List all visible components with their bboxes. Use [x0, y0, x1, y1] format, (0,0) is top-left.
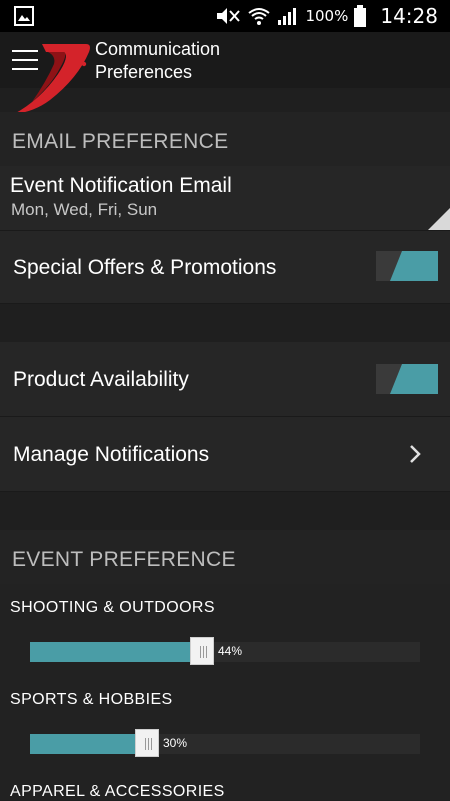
email-preference-header: EMAIL PREFERENCE [0, 112, 450, 166]
product-availability-label: Product Availability [13, 368, 189, 391]
slider-thumb[interactable] [190, 637, 214, 665]
event-notification-email-row[interactable]: Event Notification Email Mon, Wed, Fri, … [0, 166, 450, 231]
category-label: SHOOTING & OUTDOORS [10, 599, 215, 616]
product-availability-toggle[interactable] [376, 364, 438, 394]
signal-icon [278, 8, 297, 25]
product-availability-row: Product Availability [0, 342, 450, 417]
event-notification-days: Mon, Wed, Fri, Sun [11, 200, 158, 219]
wifi-icon [248, 8, 271, 25]
section-spacer [0, 304, 450, 342]
category-label: SPORTS & HOBBIES [10, 691, 173, 708]
shooting-outdoors-slider[interactable]: 44% [30, 637, 420, 665]
special-offers-label: Special Offers & Promotions [13, 256, 277, 279]
gallery-notification-icon [14, 6, 34, 26]
clock: 14:28 [380, 4, 438, 28]
event-preference-list: SHOOTING & OUTDOORS 44% SPORTS & HOBBIES… [0, 584, 450, 800]
event-preference-header: EVENT PREFERENCE [0, 530, 450, 584]
page-title-line1: Communication [95, 39, 221, 59]
battery-icon [354, 5, 367, 27]
page-title-line2: Preferences [95, 62, 193, 82]
slider-thumb[interactable] [135, 729, 159, 757]
dropdown-corner-icon [428, 208, 450, 230]
email-preference-title: EMAIL PREFERENCE [12, 130, 229, 153]
event-preference-title: EVENT PREFERENCE [12, 548, 236, 571]
chevron-right-icon [410, 445, 421, 463]
event-notification-email-label: Event Notification Email [10, 174, 232, 197]
page-title: Communication Preferences [95, 38, 295, 84]
mute-icon [217, 8, 241, 24]
category-label: APPAREL & ACCESSORIES [10, 783, 225, 800]
special-offers-row: Special Offers & Promotions [0, 231, 450, 304]
sports-hobbies-slider[interactable]: 30% [30, 729, 420, 757]
slider-value: 44% [218, 644, 243, 658]
special-offers-toggle[interactable] [376, 251, 438, 281]
battery-percent: 100% [305, 7, 349, 25]
status-bar: 100% 14:28 [0, 0, 450, 32]
brand-logo [14, 44, 90, 114]
slider-value: 30% [163, 736, 188, 750]
app-bar: Communication Preferences [0, 32, 450, 114]
manage-notifications-label: Manage Notifications [13, 443, 210, 466]
manage-notifications-row[interactable]: Manage Notifications [0, 417, 450, 492]
slider-fill [30, 642, 202, 662]
slider-fill [30, 734, 147, 754]
